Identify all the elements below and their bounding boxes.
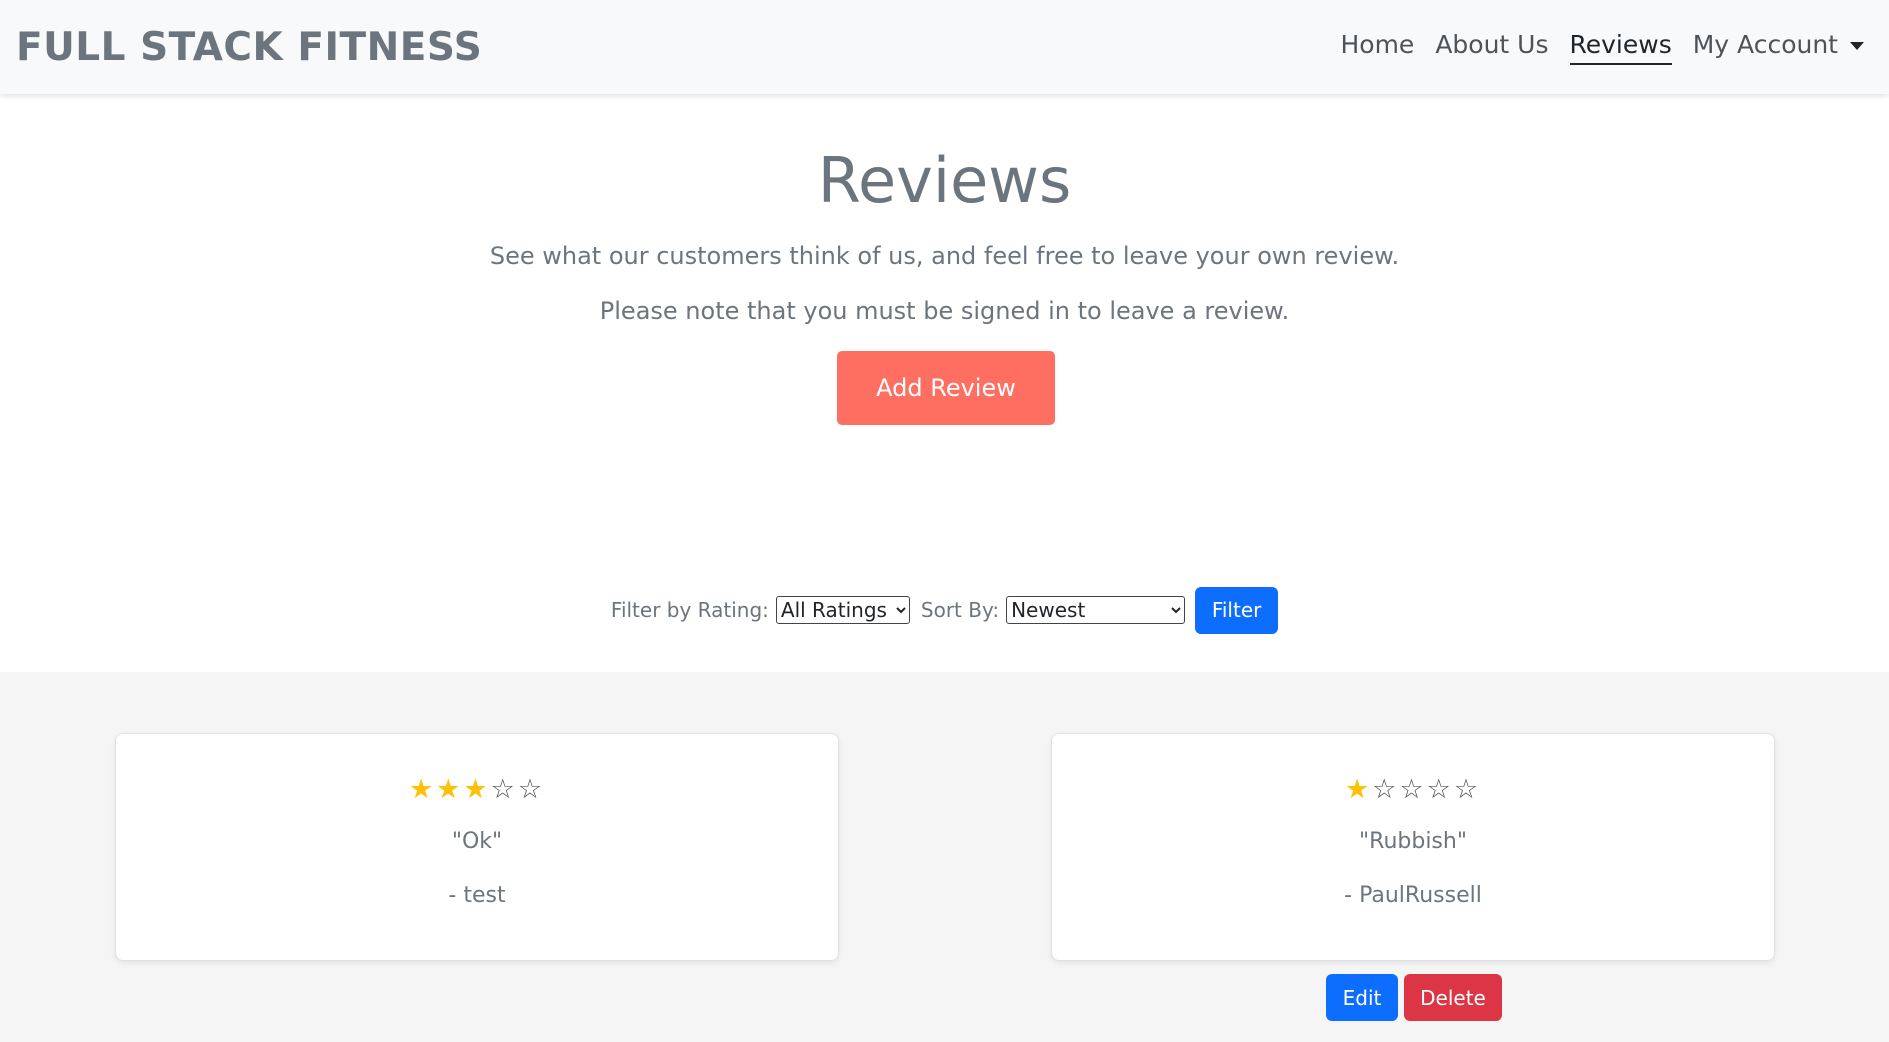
delete-review-button[interactable]: Delete <box>1404 974 1502 1021</box>
sort-by-label: Sort By: <box>920 598 1000 622</box>
sign-in-note: Please note that you must be signed in t… <box>599 297 1290 325</box>
star-outline-icon: ☆ <box>1426 774 1454 805</box>
review-author: - PaulRussell <box>1344 883 1482 908</box>
filter-button[interactable]: Filter <box>1195 586 1279 634</box>
reviews-section: ★★★☆☆ "Ok" - test ★☆☆☆☆ "Rubbish" - Paul… <box>0 672 1889 1042</box>
star-outline-icon: ☆ <box>490 774 518 805</box>
hero-section: Reviews See what our customers think of … <box>0 94 1889 672</box>
nav-about-us[interactable]: About Us <box>1435 30 1548 65</box>
nav-home[interactable]: Home <box>1340 30 1414 65</box>
page-subtitle: See what our customers think of us, and … <box>489 242 1400 270</box>
star-outline-icon: ☆ <box>517 774 546 805</box>
filter-rating-label: Filter by Rating: <box>610 598 769 622</box>
edit-review-button[interactable]: Edit <box>1326 974 1398 1021</box>
review-author: - test <box>448 883 506 908</box>
navbar: FULL STACK FITNESS Home About Us Reviews… <box>0 0 1889 94</box>
nav-my-account[interactable]: My Account <box>1693 30 1864 65</box>
nav-links: Home About Us Reviews My Account <box>1319 0 1864 94</box>
caret-down-icon <box>1850 41 1864 50</box>
star-filled-icon: ★ <box>436 774 464 805</box>
star-rating: ★☆☆☆☆ <box>1052 774 1774 805</box>
star-outline-icon: ☆ <box>1372 774 1400 805</box>
review-card: ★☆☆☆☆ "Rubbish" - PaulRussell <box>1051 733 1775 961</box>
review-card: ★★★☆☆ "Ok" - test <box>115 733 839 961</box>
star-filled-icon: ★ <box>463 774 491 805</box>
review-comment: "Rubbish" <box>1359 829 1467 854</box>
star-outline-icon: ☆ <box>1453 774 1482 805</box>
rating-select[interactable]: All Ratings <box>775 596 910 624</box>
star-rating: ★★★☆☆ <box>116 774 838 805</box>
review-comment: "Ok" <box>451 829 503 854</box>
star-filled-icon: ★ <box>408 774 437 805</box>
review-actions: Edit Delete <box>1326 974 1502 1021</box>
star-outline-icon: ☆ <box>1399 774 1427 805</box>
nav-reviews[interactable]: Reviews <box>1569 30 1672 65</box>
page-title: Reviews <box>817 144 1072 217</box>
star-filled-icon: ★ <box>1344 774 1373 805</box>
sort-select[interactable]: Newest <box>1006 596 1186 624</box>
add-review-button[interactable]: Add Review <box>837 351 1055 425</box>
nav-my-account-label: My Account <box>1692 29 1838 59</box>
filter-form: Filter by Rating: All Ratings Sort By: N… <box>0 586 1889 634</box>
brand-logo[interactable]: FULL STACK FITNESS <box>16 25 482 70</box>
